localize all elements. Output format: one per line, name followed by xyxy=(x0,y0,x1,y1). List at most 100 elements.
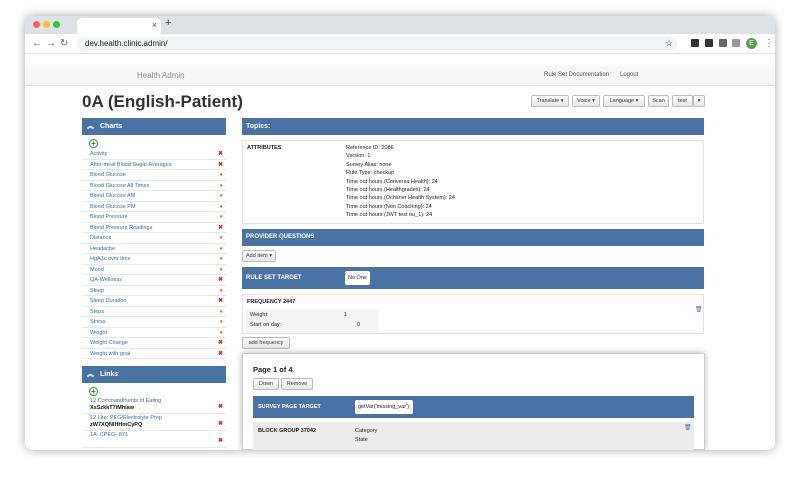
status-dot-icon[interactable]: ● xyxy=(219,244,223,254)
remove-icon[interactable]: ✖ xyxy=(218,275,223,285)
status-dot-icon[interactable]: ● xyxy=(219,181,223,191)
translate-dropdown[interactable]: Translate ▾ xyxy=(531,95,569,107)
browser-menu-icon[interactable]: ⋮ xyxy=(764,38,774,50)
chart-item-label[interactable]: Weight xyxy=(90,330,107,336)
chart-item-label[interactable]: HgA1c over time xyxy=(90,256,131,262)
delete-frequency-icon[interactable]: 🗑 xyxy=(695,306,703,313)
remove-icon[interactable]: ✖ xyxy=(218,349,223,359)
profile-avatar[interactable]: E xyxy=(746,38,757,49)
chart-item[interactable]: Blood Glucose AM ● xyxy=(82,191,226,202)
remove-icon[interactable]: ✖ xyxy=(218,438,223,445)
chart-item-label[interactable]: After-meal Blood Sugar Averages xyxy=(90,162,172,168)
status-dot-icon[interactable]: ● xyxy=(219,254,223,264)
chart-item[interactable]: QA-Wellness ✖ xyxy=(82,275,226,286)
remove-icon[interactable]: ✖ xyxy=(218,338,223,348)
remove-page-button[interactable]: Remove xyxy=(281,378,313,390)
reload-icon[interactable]: ↻ xyxy=(60,38,68,50)
link-item[interactable]: 12 Liter PEG/Electrolyte Prep zW7XQNlHHmC… xyxy=(82,414,226,431)
test-button[interactable]: test xyxy=(672,95,693,107)
add-frequency-button[interactable]: add frequency xyxy=(242,337,290,349)
chart-item[interactable]: Blood Pressure ● xyxy=(82,212,226,223)
status-dot-icon[interactable]: ● xyxy=(219,191,223,201)
chart-item[interactable]: Weight with goal ✖ xyxy=(82,349,226,359)
chart-item[interactable]: Blood Pressure Readings ✖ xyxy=(82,223,226,233)
sidebar-icon[interactable] xyxy=(732,39,740,47)
links-panel-header[interactable]: ︽ Links xyxy=(82,366,226,383)
chart-item[interactable]: Weight Change ✖ xyxy=(82,338,226,349)
add-chart-icon[interactable]: + xyxy=(89,139,98,148)
chart-item[interactable]: Blood Glucose All Times ● xyxy=(82,181,226,191)
status-dot-icon[interactable]: ● xyxy=(219,202,223,212)
chart-item[interactable]: Mood ● xyxy=(82,265,226,275)
chart-item[interactable]: Headache ● xyxy=(82,244,226,254)
status-dot-icon[interactable]: ● xyxy=(219,265,223,275)
chart-item-label[interactable]: Blood Glucose PM xyxy=(90,204,136,210)
link-item[interactable]: 12 Commandments of Eating XsSzkkT7iMhiaw ✖ xyxy=(82,397,226,414)
logout-link[interactable]: Logout xyxy=(620,72,638,78)
remove-icon[interactable]: ✖ xyxy=(218,296,223,306)
link-item-title[interactable]: 1A: CPEG- 871 xyxy=(90,432,226,439)
chart-item[interactable]: Sleep Duration ✖ xyxy=(82,296,226,307)
chart-item-label[interactable]: Headache xyxy=(90,246,115,252)
link-item-title[interactable]: 12 Liter PEG/Electrolyte Prep xyxy=(90,415,226,422)
status-dot-icon[interactable]: ● xyxy=(219,233,223,243)
chart-item-label[interactable]: Distance xyxy=(90,235,111,241)
chart-item-label[interactable]: Weight Change xyxy=(90,340,128,346)
extension-icon[interactable] xyxy=(705,39,713,47)
status-dot-icon[interactable]: ● xyxy=(219,286,223,296)
chart-item[interactable]: Blood Glucose PM ● xyxy=(82,202,226,212)
chart-item-label[interactable]: Blood Glucose All Times xyxy=(90,183,149,189)
chart-item[interactable]: Blood Glucose ● xyxy=(82,170,226,181)
chart-item[interactable]: Steps ● xyxy=(82,307,226,317)
new-tab-button[interactable]: + xyxy=(165,17,171,29)
status-dot-icon[interactable]: ● xyxy=(219,212,223,222)
status-dot-icon[interactable]: ● xyxy=(219,317,223,327)
chart-item-label[interactable]: Blood Pressure xyxy=(90,214,128,220)
status-dot-icon[interactable]: ● xyxy=(219,170,223,180)
add-link-icon[interactable]: + xyxy=(89,387,98,396)
add-item-dropdown[interactable]: Add item ▾ xyxy=(242,250,276,262)
link-item[interactable]: 1A: CPEG- 871 ✖ xyxy=(82,431,226,448)
test-dropdown-toggle[interactable]: ▾ xyxy=(693,95,705,107)
maximize-window-dot[interactable] xyxy=(53,21,60,28)
delete-block-icon[interactable]: 🗑 xyxy=(684,424,692,431)
rule-set-documentation-link[interactable]: Rule Set Documentation xyxy=(544,72,609,78)
chart-item-label[interactable]: Sleep xyxy=(90,288,104,294)
charts-panel-header[interactable]: ︽ Charts xyxy=(82,118,226,135)
address-bar[interactable]: dev.health.clinic.admin/ ☆ xyxy=(77,37,677,51)
minimize-window-dot[interactable] xyxy=(43,21,50,28)
chart-item[interactable]: After-meal Blood Sugar Averages ✖ xyxy=(82,160,226,170)
survey-page-target-value[interactable]: getVar('missing_var'); xyxy=(355,400,414,414)
chart-item-label[interactable]: Sleep Duration xyxy=(90,298,126,304)
collapse-icon[interactable]: ︽ xyxy=(87,366,94,383)
rule-set-target-select[interactable]: No One xyxy=(345,271,370,285)
chart-item-label[interactable]: Blood Glucose xyxy=(90,172,126,178)
url-text[interactable]: dev.health.clinic.admin/ xyxy=(85,39,168,48)
close-window-dot[interactable] xyxy=(33,21,40,28)
chart-item[interactable]: HgA1c over time ● xyxy=(82,254,226,265)
remove-icon[interactable]: ✖ xyxy=(218,160,223,170)
chart-item[interactable]: Activity ✖ xyxy=(82,149,226,160)
move-down-button[interactable]: Down xyxy=(253,378,279,390)
bookmark-star-icon[interactable]: ☆ xyxy=(665,38,673,49)
chart-item-label[interactable]: Blood Glucose AM xyxy=(90,193,135,199)
remove-icon[interactable]: ✖ xyxy=(218,421,223,428)
remove-icon[interactable]: ✖ xyxy=(218,223,223,233)
chart-item[interactable]: Stress ● xyxy=(82,317,226,328)
collapse-icon[interactable]: ︽ xyxy=(87,118,94,135)
chart-item-label[interactable]: Steps xyxy=(90,309,104,315)
language-dropdown[interactable]: Language ▾ xyxy=(603,95,645,107)
scan-button[interactable]: Scan xyxy=(648,95,669,107)
status-dot-icon[interactable]: ● xyxy=(219,307,223,317)
brand-name[interactable]: Health Admin xyxy=(137,71,185,80)
browser-tab[interactable]: × xyxy=(77,18,161,34)
chart-item-label[interactable]: Stress xyxy=(90,319,106,325)
voice-dropdown[interactable]: Voice ▾ xyxy=(572,95,600,107)
extension-icon[interactable] xyxy=(719,39,727,47)
remove-icon[interactable]: ✖ xyxy=(218,404,223,411)
remove-icon[interactable]: ✖ xyxy=(218,149,223,159)
chart-item-label[interactable]: Weight with goal xyxy=(90,351,130,357)
link-item-title[interactable]: 12 Commandments of Eating xyxy=(90,398,226,405)
chart-item[interactable]: Sleep ● xyxy=(82,286,226,296)
extension-icon[interactable] xyxy=(691,39,699,47)
